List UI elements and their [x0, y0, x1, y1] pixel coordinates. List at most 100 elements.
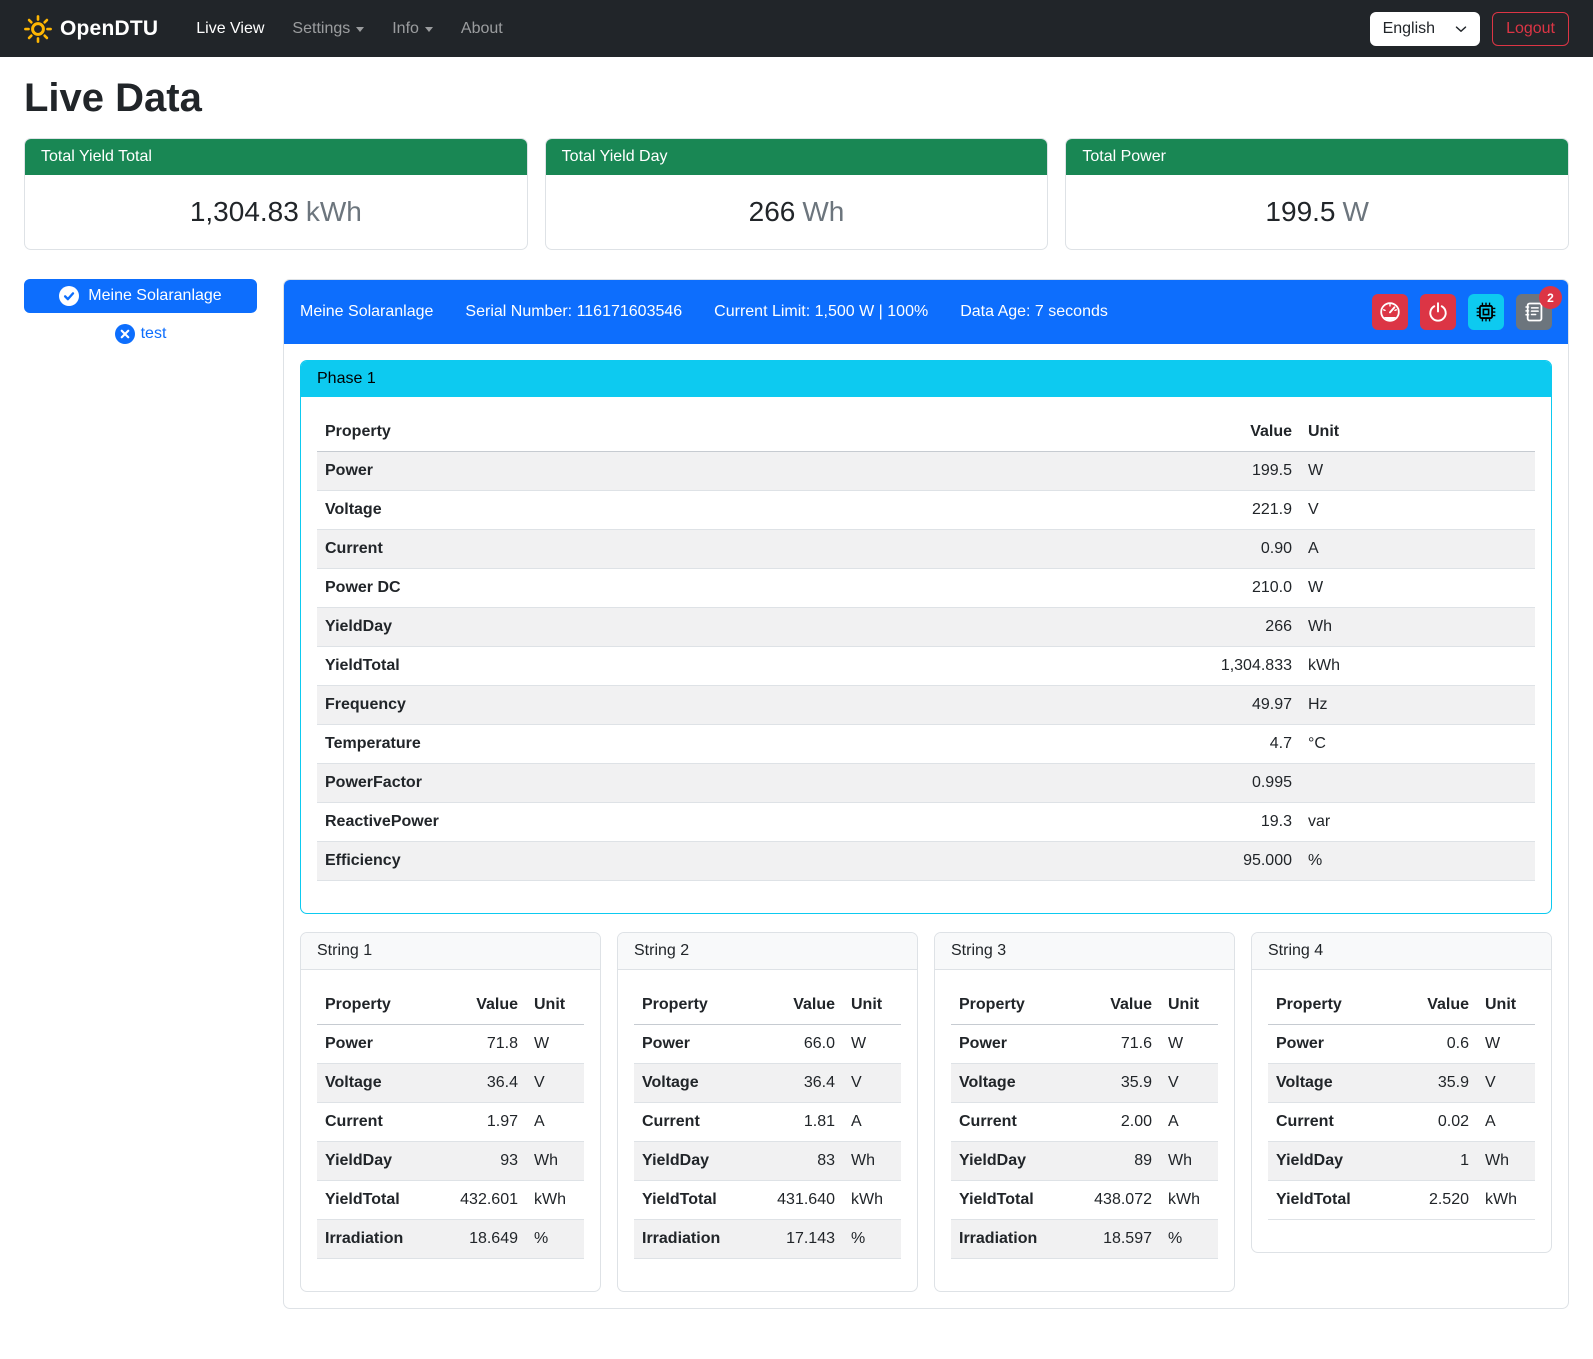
string-1-table: Property Value Unit Power71.8WVoltage36.…: [317, 986, 584, 1259]
table-row: Voltage221.9V: [317, 491, 1535, 530]
table-row: YieldTotal2.520kWh: [1268, 1181, 1535, 1220]
table-row: Voltage36.4V: [317, 1064, 584, 1103]
unit-cell: %: [843, 1220, 901, 1259]
column-header-value: Value: [1385, 986, 1477, 1025]
string-2-table: Property Value Unit Power66.0WVoltage36.…: [634, 986, 901, 1259]
cpu-icon: [1475, 301, 1497, 323]
property-cell: Irradiation: [317, 1220, 434, 1259]
property-cell: Power: [317, 452, 1170, 491]
string-4-title: String 4: [1252, 933, 1551, 970]
table-row: YieldTotal431.640kWh: [634, 1181, 901, 1220]
value-cell: 89: [1068, 1142, 1160, 1181]
property-cell: YieldDay: [634, 1142, 751, 1181]
inverter-actions: 2: [1372, 294, 1552, 330]
table-row: YieldDay83Wh: [634, 1142, 901, 1181]
table-row: Voltage35.9V: [1268, 1064, 1535, 1103]
table-header-row: Property Value Unit: [634, 986, 901, 1025]
value-cell: 4.7: [1170, 725, 1300, 764]
value-cell: 221.9: [1170, 491, 1300, 530]
table-row: Power71.8W: [317, 1025, 584, 1064]
language-select-value: English: [1383, 20, 1435, 38]
property-cell: YieldTotal: [951, 1181, 1068, 1220]
summary-card-total-power: Total Power 199.5W: [1065, 138, 1569, 250]
unit-cell: Wh: [1160, 1142, 1218, 1181]
value-cell: 2.00: [1068, 1103, 1160, 1142]
nav-item-settings[interactable]: Settings: [278, 12, 378, 46]
x-circle-icon: [115, 324, 135, 344]
event-count-badge: 2: [1539, 286, 1562, 309]
unit-cell: °C: [1300, 725, 1535, 764]
table-row: YieldTotal1,304.833kWh: [317, 647, 1535, 686]
value-cell: 19.3: [1170, 803, 1300, 842]
unit-cell: Hz: [1300, 686, 1535, 725]
property-cell: Current: [1268, 1103, 1385, 1142]
summary-card-unit: kWh: [306, 196, 362, 227]
value-cell: 17.143: [751, 1220, 843, 1259]
unit-cell: [1300, 764, 1535, 803]
table-row: Power199.5W: [317, 452, 1535, 491]
property-cell: Power: [1268, 1025, 1385, 1064]
property-cell: YieldTotal: [317, 647, 1170, 686]
property-cell: Power DC: [317, 569, 1170, 608]
check-circle-icon: [59, 286, 79, 306]
unit-cell: W: [1160, 1025, 1218, 1064]
table-row: PowerFactor0.995: [317, 764, 1535, 803]
property-cell: Frequency: [317, 686, 1170, 725]
unit-cell: var: [1300, 803, 1535, 842]
value-cell: 431.640: [751, 1181, 843, 1220]
inverter-limit: Current Limit: 1,500 W | 100%: [714, 303, 928, 321]
table-row: Current1.81A: [634, 1103, 901, 1142]
phase-1-table: Property Value Unit Power199.5WVoltage22…: [317, 413, 1535, 881]
summary-card-title: Total Power: [1066, 139, 1568, 175]
nav-item-live-view[interactable]: Live View: [182, 12, 278, 46]
table-row: Voltage36.4V: [634, 1064, 901, 1103]
inverter-name: Meine Solaranlage: [300, 303, 433, 321]
unit-cell: V: [1160, 1064, 1218, 1103]
column-header-property: Property: [1268, 986, 1385, 1025]
table-row: Frequency49.97Hz: [317, 686, 1535, 725]
table-header-row: Property Value Unit: [1268, 986, 1535, 1025]
brand[interactable]: OpenDTU: [24, 15, 158, 43]
string-4-table: Property Value Unit Power0.6WVoltage35.9…: [1268, 986, 1535, 1220]
unit-cell: V: [1477, 1064, 1535, 1103]
value-cell: 36.4: [751, 1064, 843, 1103]
property-cell: Temperature: [317, 725, 1170, 764]
language-select[interactable]: English: [1370, 12, 1480, 46]
property-cell: Voltage: [317, 491, 1170, 530]
device-info-button[interactable]: [1468, 294, 1504, 330]
unit-cell: W: [1300, 452, 1535, 491]
value-cell: 0.6: [1385, 1025, 1477, 1064]
table-row: YieldDay89Wh: [951, 1142, 1218, 1181]
column-header-value: Value: [751, 986, 843, 1025]
column-header-unit: Unit: [526, 986, 584, 1025]
value-cell: 0.995: [1170, 764, 1300, 803]
column-header-unit: Unit: [1300, 413, 1535, 452]
inverter-selected-button[interactable]: Meine Solaranlage: [24, 279, 257, 313]
unit-cell: Wh: [526, 1142, 584, 1181]
power-toggle-button[interactable]: [1420, 294, 1456, 330]
summary-card-unit: W: [1343, 196, 1369, 227]
column-header-property: Property: [634, 986, 751, 1025]
limit-settings-button[interactable]: [1372, 294, 1408, 330]
column-header-unit: Unit: [1477, 986, 1535, 1025]
unit-cell: A: [843, 1103, 901, 1142]
table-row: Efficiency95.000%: [317, 842, 1535, 881]
unit-cell: A: [1160, 1103, 1218, 1142]
value-cell: 2.520: [1385, 1181, 1477, 1220]
logout-button[interactable]: Logout: [1492, 12, 1569, 46]
property-cell: Irradiation: [634, 1220, 751, 1259]
summary-card-total-yield-total: Total Yield Total 1,304.83kWh: [24, 138, 528, 250]
value-cell: 438.072: [1068, 1181, 1160, 1220]
unit-cell: kWh: [843, 1181, 901, 1220]
nav-item-about[interactable]: About: [447, 12, 517, 46]
unit-cell: kWh: [526, 1181, 584, 1220]
inverter-item-test[interactable]: test: [24, 324, 257, 344]
summary-cards-row: Total Yield Total 1,304.83kWh Total Yiel…: [24, 138, 1569, 250]
property-cell: Power: [317, 1025, 434, 1064]
chevron-down-icon: [356, 27, 364, 32]
table-row: Current0.02A: [1268, 1103, 1535, 1142]
event-log-button[interactable]: 2: [1516, 294, 1552, 330]
value-cell: 95.000: [1170, 842, 1300, 881]
property-cell: Current: [951, 1103, 1068, 1142]
nav-item-info[interactable]: Info: [378, 12, 447, 46]
